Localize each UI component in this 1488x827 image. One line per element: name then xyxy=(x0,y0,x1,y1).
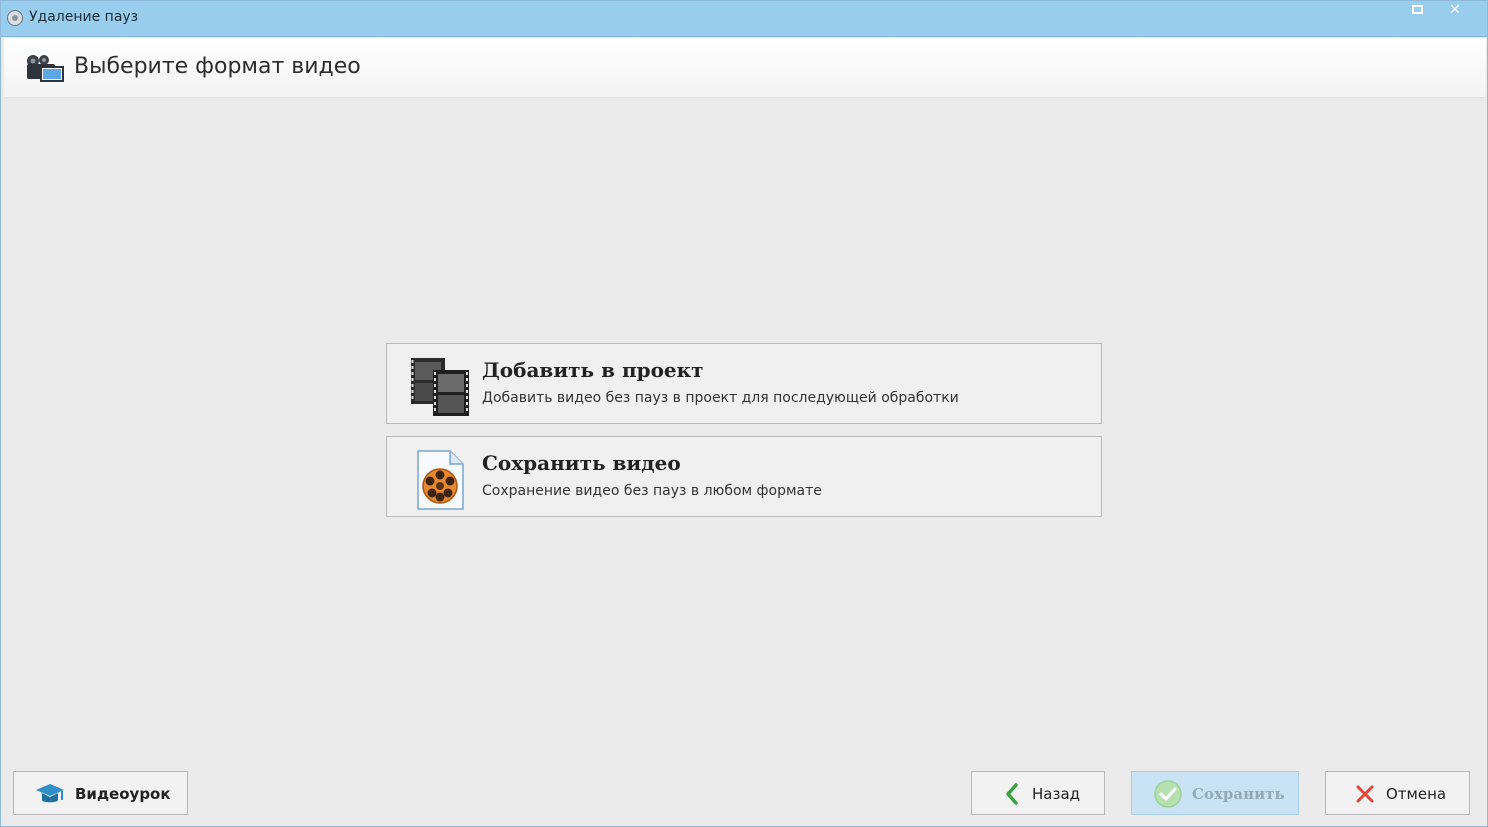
cancel-button[interactable]: Отмена xyxy=(1325,771,1470,815)
maximize-button[interactable] xyxy=(1399,1,1435,19)
save-video-option[interactable]: Сохранить видео Сохранение видео без пау… xyxy=(386,436,1102,517)
video-file-reel-icon xyxy=(417,450,464,510)
tutorial-button[interactable]: Видеоурок xyxy=(13,771,188,815)
window-title: Удаление пауз xyxy=(29,9,139,25)
add-to-project-option[interactable]: Добавить в проект Добавить видео без пау… xyxy=(386,343,1102,424)
back-button[interactable]: Назад xyxy=(971,771,1105,815)
film-strips-icon xyxy=(411,358,469,416)
page-title: Выберите формат видео xyxy=(74,54,361,79)
page-header: Выберите формат видео xyxy=(4,38,1486,98)
cancel-label: Отмена xyxy=(1386,785,1447,803)
app-window: Удаление пауз ✕ Выберите формат видео До… xyxy=(0,0,1488,827)
option-description: Добавить видео без пауз в проект для пос… xyxy=(482,390,959,406)
cancel-x-icon xyxy=(1356,785,1374,803)
save-button[interactable]: Сохранить xyxy=(1131,771,1299,815)
close-button[interactable]: ✕ xyxy=(1437,1,1473,19)
check-circle-icon xyxy=(1154,780,1182,808)
option-title: Сохранить видео xyxy=(482,451,681,475)
title-bar[interactable]: Удаление пауз ✕ xyxy=(1,1,1487,37)
back-label: Назад xyxy=(1032,785,1081,803)
maximize-icon xyxy=(1411,5,1423,14)
tutorial-label: Видеоурок xyxy=(75,785,171,803)
option-title: Добавить в проект xyxy=(482,358,704,382)
option-description: Сохранение видео без пауз в любом формат… xyxy=(482,483,822,499)
chevron-left-icon xyxy=(1006,783,1018,805)
save-label: Сохранить xyxy=(1192,785,1285,803)
video-camera-icon xyxy=(27,55,64,82)
app-icon xyxy=(7,10,23,26)
close-icon: ✕ xyxy=(1449,2,1461,18)
graduation-cap-icon xyxy=(36,784,64,803)
